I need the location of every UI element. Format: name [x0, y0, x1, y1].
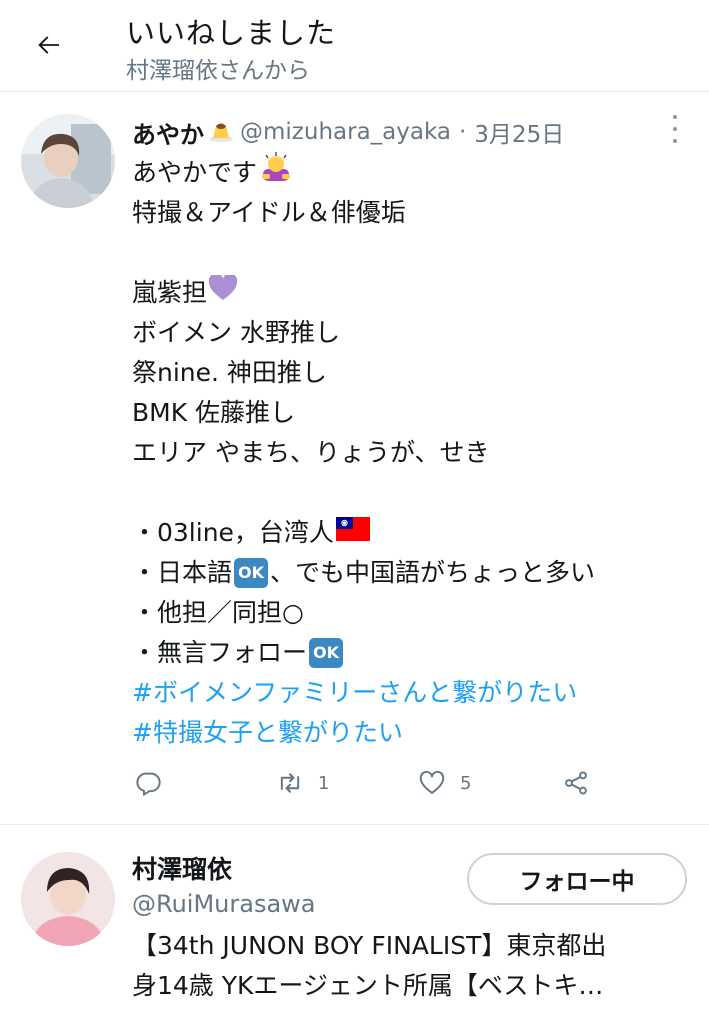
reply-button[interactable]	[134, 765, 162, 801]
avatar-image	[21, 114, 115, 208]
more-options-icon[interactable]	[664, 115, 686, 143]
like-button[interactable]: 5	[418, 765, 471, 801]
tweet-line: ・日本語	[132, 558, 233, 587]
bio-line: 【34th JUNON BOY FINALIST】東京都出	[132, 931, 607, 960]
tweet-line: 祭nine. 神田推し	[132, 358, 327, 387]
hashtag-link[interactable]: #特撮女子と繋がりたい	[132, 713, 403, 753]
author-handle[interactable]: @mizuhara_ayaka	[240, 119, 451, 145]
taiwan-flag-icon	[335, 513, 370, 553]
tweet-line: ・他担／同担○	[132, 598, 304, 627]
hashtag-link[interactable]: #ボイメンファミリーさんと繋がりたい	[132, 673, 577, 713]
reply-icon	[136, 772, 161, 796]
page-subtitle: 村澤瑠依さんから	[126, 58, 310, 84]
tweet-text: あやかです 特撮＆アイドル＆俳優垢 嵐紫担 ボイメン 水野推し 祭nine. 神…	[132, 152, 692, 753]
following-button[interactable]: フォロー中	[467, 853, 687, 905]
tweet-line: ボイメン 水野推し	[132, 318, 340, 347]
user-bio: 【34th JUNON BOY FINALIST】東京都出 身14歳 YKエージ…	[132, 926, 692, 1006]
bio-line: 身14歳 YKエージェント所属【ベストキ…	[132, 971, 604, 1000]
share-button[interactable]	[562, 765, 590, 801]
avatar-image	[21, 852, 115, 946]
tweet-line: BMK 佐藤推し	[132, 398, 296, 427]
pudding-icon	[208, 118, 234, 146]
avatar[interactable]	[21, 114, 115, 208]
heart-icon	[419, 770, 445, 794]
user-name[interactable]: 村澤瑠依	[132, 850, 232, 886]
tweet-actions: 1 5	[132, 765, 672, 801]
separator: ·	[458, 119, 467, 145]
tweet-line: あやかです	[132, 158, 258, 187]
retweet-icon	[280, 773, 300, 793]
user-card[interactable]: 村澤瑠依 @RuiMurasawa フォロー中 【34th JUNON BOY …	[0, 826, 709, 1024]
tweet-line: 、でも中国語がちょっと多い	[270, 558, 596, 587]
tweet-line: ・03line，台湾人	[132, 518, 334, 547]
share-icon	[565, 771, 587, 795]
tweet-line: ・無言フォロー	[132, 638, 308, 667]
retweet-button[interactable]: 1	[276, 765, 329, 801]
tweet[interactable]: あやか @mizuhara_ayaka · 3月25日 あやかです 特撮＆アイド…	[0, 93, 709, 825]
like-count: 5	[460, 772, 472, 794]
tweet-line: 嵐紫担	[132, 278, 208, 307]
ok-icon: OK	[234, 558, 269, 588]
user-handle[interactable]: @RuiMurasawa	[132, 890, 316, 918]
person-bowing-icon	[259, 152, 293, 194]
purple-heart-icon	[208, 273, 238, 313]
retweet-count: 1	[318, 772, 330, 794]
tweet-line: 特撮＆アイドル＆俳優垢	[132, 198, 406, 227]
tweet-line: エリア やまち、りょうが、せき	[132, 438, 490, 467]
tweet-date[interactable]: 3月25日	[474, 115, 564, 149]
page-title: いいねしました	[126, 16, 337, 50]
author-name[interactable]: あやか	[132, 115, 204, 150]
tweet-header: あやか @mizuhara_ayaka · 3月25日	[132, 114, 564, 150]
header: いいねしました 村澤瑠依さんから	[0, 0, 709, 92]
avatar[interactable]	[21, 852, 115, 946]
ok-icon: OK	[309, 638, 344, 668]
back-button[interactable]	[24, 22, 74, 68]
arrow-left-icon	[38, 36, 59, 54]
